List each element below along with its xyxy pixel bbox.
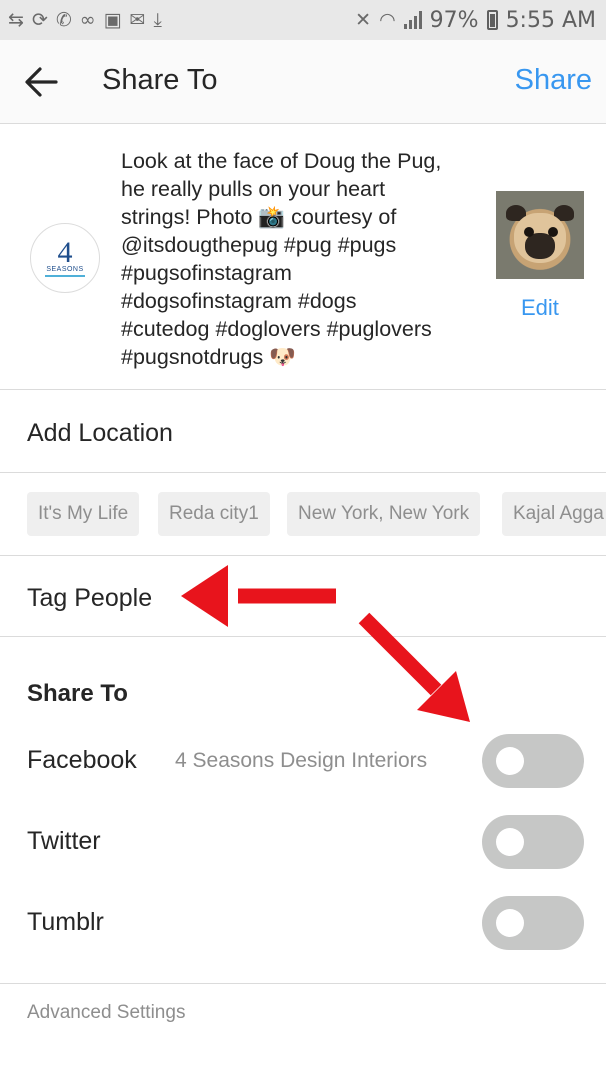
- toggle-knob: [496, 747, 524, 775]
- voicemail-sync-icon: ⟳: [31, 8, 48, 31]
- twitter-label: Twitter: [27, 827, 101, 855]
- facebook-row: Facebook 4 Seasons Design Interiors: [0, 732, 606, 792]
- status-right-icons: ✕ ◠ 97% 5:55 AM: [355, 8, 596, 33]
- share-button[interactable]: Share: [515, 64, 592, 97]
- location-chip[interactable]: New York, New York: [287, 492, 481, 536]
- status-bar: ⇆ ⟳ ✆ ∞ ▣ ✉ ⤓ ✕ ◠ 97% 5:55 AM: [0, 0, 606, 40]
- signal-icon: [403, 11, 422, 29]
- location-suggestions: It's My Life Reda city1 New York, New Yo…: [0, 474, 606, 556]
- share-to-heading: Share To: [27, 680, 128, 707]
- pug-eye-left: [524, 227, 534, 237]
- voicemail-icon: ∞: [79, 8, 96, 31]
- location-chip[interactable]: It's My Life: [27, 492, 140, 536]
- edit-button[interactable]: Edit: [521, 295, 559, 321]
- retweet-icon: ⇆: [8, 8, 24, 31]
- share-to-section: Share To Facebook 4 Seasons Design Inter…: [0, 638, 606, 984]
- twitter-toggle[interactable]: [482, 815, 584, 869]
- status-left-icons: ⇆ ⟳ ✆ ∞ ▣ ✉ ⤓: [8, 8, 162, 31]
- avatar-logo-number: 4: [57, 235, 73, 269]
- twitter-row: Twitter: [0, 813, 606, 873]
- status-time: 5:55 AM: [505, 7, 596, 33]
- tag-people-label: Tag People: [27, 584, 153, 612]
- add-location-row[interactable]: Add Location: [0, 391, 606, 473]
- add-location-label: Add Location: [27, 419, 173, 447]
- facebook-account: 4 Seasons Design Interiors: [175, 749, 428, 772]
- mail-icon: ✉: [129, 8, 146, 31]
- download-icon: ⤓: [153, 8, 162, 31]
- image-icon: ▣: [103, 8, 122, 31]
- battery-icon: [486, 10, 498, 30]
- tumblr-row: Tumblr: [0, 894, 606, 954]
- mute-icon: ✕: [355, 8, 372, 31]
- toggle-knob: [496, 828, 524, 856]
- post-thumbnail[interactable]: [496, 191, 584, 279]
- avatar: 4 SEASONS: [30, 223, 100, 293]
- avatar-logo-word: SEASONS: [46, 265, 84, 273]
- tumblr-label: Tumblr: [27, 908, 104, 936]
- facebook-toggle[interactable]: [482, 734, 584, 788]
- page-title: Share To: [102, 64, 218, 96]
- tag-people-row[interactable]: Tag People: [0, 557, 606, 637]
- pug-eye-right: [548, 227, 558, 237]
- avatar-logo-line: [45, 274, 85, 277]
- call-icon: ✆: [55, 8, 72, 31]
- facebook-label: Facebook: [27, 746, 137, 774]
- back-arrow-icon[interactable]: [22, 64, 60, 100]
- tumblr-toggle[interactable]: [482, 896, 584, 950]
- wifi-icon: ◠: [379, 8, 396, 31]
- caption-section: 4 SEASONS Look at the face of Doug the P…: [0, 125, 606, 390]
- battery-percent: 97%: [429, 7, 479, 33]
- location-chip[interactable]: Kajal Agga: [502, 492, 606, 536]
- caption-input[interactable]: Look at the face of Doug the Pug, he rea…: [121, 147, 483, 371]
- top-app-bar: Share To Share: [0, 40, 606, 124]
- location-chip[interactable]: Reda city1: [158, 492, 270, 536]
- toggle-knob: [496, 909, 524, 937]
- advanced-settings-link[interactable]: Advanced Settings: [27, 1002, 185, 1024]
